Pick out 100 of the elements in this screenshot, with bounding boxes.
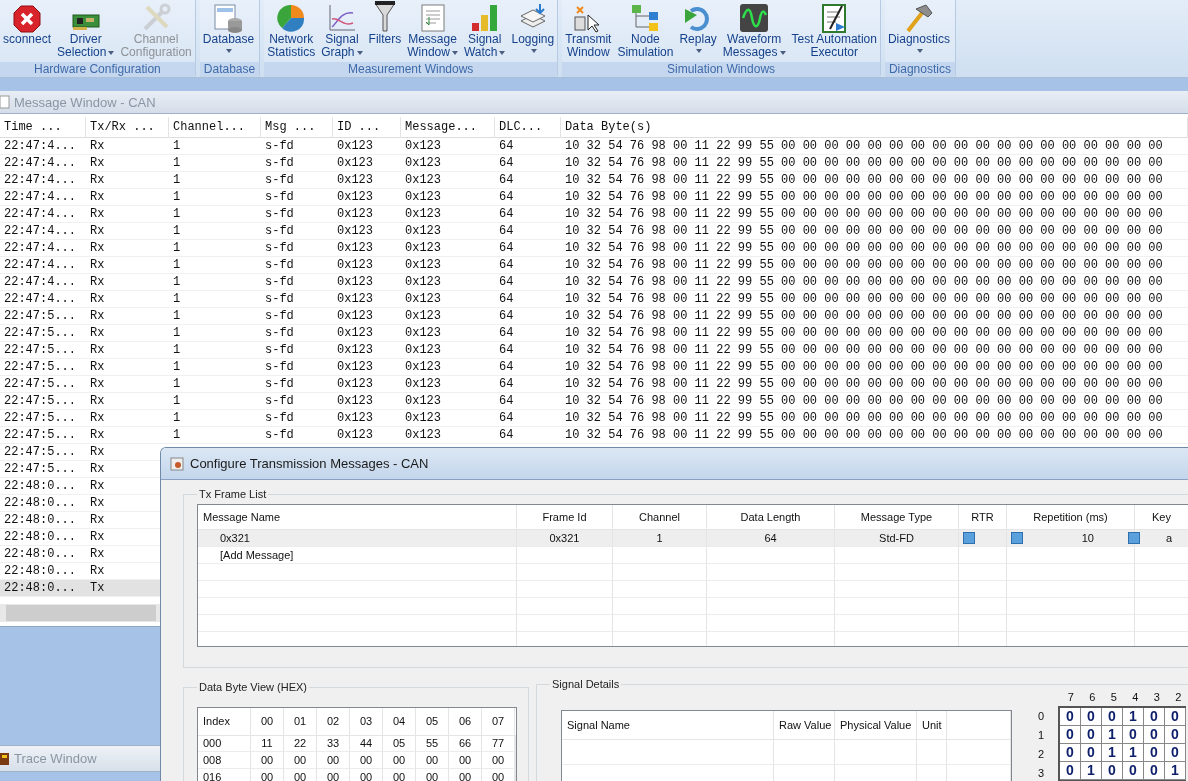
ribbon-button[interactable]: Transmit Window <box>562 0 615 62</box>
table-cell: 00 <box>317 752 350 769</box>
bit-column-label: 5 <box>1109 690 1118 705</box>
ribbon-button[interactable]: Logging <box>508 0 558 62</box>
message-row[interactable]: 22:47:5... Rx 1 s-fd 0x123 0x123 64 10 32 54 76 98 00 11 22 99 55 00 00 00 00 00 00 00 00 00 00 00 00 00 00 00 00 00 00 <box>0 376 1188 393</box>
table-cell: 00 <box>350 769 383 781</box>
ribbon-button[interactable]: Test Automation Executor <box>788 0 880 62</box>
bit-cell[interactable]: 1 <box>1165 762 1186 780</box>
message-row[interactable]: 22:47:5... Rx 1 s-fd 0x123 0x123 64 10 32 54 76 98 00 11 22 99 55 00 00 00 00 00 00 00 00 00 00 00 00 00 00 00 00 00 00 <box>0 359 1188 376</box>
table-cell-text: 64 <box>498 155 515 171</box>
ribbon-button[interactable]: Node Simulation <box>614 0 677 62</box>
checkbox[interactable] <box>963 531 975 544</box>
message-row[interactable]: 22:47:4... Rx 1 s-fd 0x123 0x123 64 10 32 54 76 98 00 11 22 99 55 00 00 00 00 00 00 00 00 00 00 00 00 00 00 00 00 00 00 <box>0 172 1188 189</box>
ribbon-button[interactable]: Filters <box>365 0 405 62</box>
ribbon-button[interactable]: Replay <box>676 0 720 62</box>
table-cell-text: Tx <box>89 580 106 596</box>
table-cell <box>959 581 1007 598</box>
bit-cell[interactable]: 1 <box>1123 708 1144 726</box>
message-row[interactable]: 22:47:4... Rx 1 s-fd 0x123 0x123 64 10 32 54 76 98 00 11 22 99 55 00 00 00 00 00 00 00 00 00 00 00 00 00 00 00 00 00 00 <box>0 206 1188 223</box>
table-cell <box>917 739 947 765</box>
message-row[interactable]: 22:47:5... Rx 1 s-fd 0x123 0x123 64 10 32 54 76 98 00 11 22 99 55 00 00 00 00 00 00 00 00 00 00 00 00 00 00 00 00 00 00 <box>0 342 1188 359</box>
bit-cell[interactable]: 0 <box>1165 744 1186 762</box>
message-row[interactable]: 22:47:5... Rx 1 s-fd 0x123 0x123 64 10 32 54 76 98 00 11 22 99 55 00 00 00 00 00 00 00 00 00 00 00 00 00 00 00 00 00 00 <box>0 410 1188 427</box>
bit-cell[interactable]: 1 <box>1102 744 1123 762</box>
table-cell-text: Rx <box>89 376 106 392</box>
column-header: 06 <box>449 708 482 736</box>
checkbox[interactable] <box>1128 531 1140 544</box>
document-icon <box>418 3 447 33</box>
bit-cell[interactable]: 0 <box>1144 726 1165 744</box>
table-cell-text: 1 <box>172 223 182 239</box>
table-cell <box>947 739 1011 765</box>
table-cell: 00 <box>449 752 482 769</box>
bit-cell[interactable]: 0 <box>1102 708 1123 726</box>
message-row[interactable]: 22:47:5... Rx 1 s-fd 0x123 0x123 64 10 32 54 76 98 00 11 22 99 55 00 00 00 00 00 00 00 00 00 00 00 00 00 00 00 00 00 00 <box>0 308 1188 325</box>
message-row[interactable]: 22:47:4... Rx 1 s-fd 0x123 0x123 64 10 32 54 76 98 00 11 22 99 55 00 00 00 00 00 00 00 00 00 00 00 00 00 00 00 00 00 00 <box>0 138 1188 155</box>
table-cell-text: 0x123 <box>404 274 442 290</box>
table-cell: 0x321 <box>198 529 517 547</box>
bit-cell[interactable]: 0 <box>1165 708 1186 726</box>
table-cell-text: 10 32 54 76 98 00 11 22 99 55 00 00 00 00 00 00 00 00 00 00 00 00 00 00 00 00 00 00 <box>564 257 1164 273</box>
message-row[interactable]: 22:47:4... Rx 1 s-fd 0x123 0x123 64 10 32 54 76 98 00 11 22 99 55 00 00 00 00 00 00 00 00 00 00 00 00 00 00 00 00 00 00 <box>0 291 1188 308</box>
message-row[interactable]: 22:47:5... Rx 1 s-fd 0x123 0x123 64 10 32 54 76 98 00 11 22 99 55 00 00 00 00 00 00 00 00 00 00 00 00 00 00 00 00 00 00 <box>0 393 1188 410</box>
bit-cell[interactable]: 0 <box>1081 744 1102 762</box>
ribbon-button[interactable]: Message Window <box>404 0 461 62</box>
ribbon-button[interactable]: Network Statistics <box>264 0 319 62</box>
bit-cell[interactable]: 1 <box>1123 744 1144 762</box>
ribbon-button[interactable]: Driver Selection <box>54 0 118 62</box>
table-cell-text: s-fd <box>264 376 295 392</box>
table-cell-text: 0x123 <box>404 223 442 239</box>
table-cell-text: 64 <box>498 342 515 358</box>
message-row[interactable]: 22:47:4... Rx 1 s-fd 0x123 0x123 64 10 32 54 76 98 00 11 22 99 55 00 00 00 00 00 00 00 00 00 00 00 00 00 00 00 00 00 00 <box>0 155 1188 172</box>
table-cell-text: 0x123 <box>404 359 442 375</box>
bit-cell[interactable]: 0 <box>1165 726 1186 744</box>
table-cell: 0x321 <box>517 529 613 547</box>
ribbon-button[interactable]: Waveform Messages <box>719 0 789 62</box>
table-cell-text: 10 32 54 76 98 00 11 22 99 55 00 00 00 00 00 00 00 00 00 00 00 00 00 00 00 00 00 00 <box>564 308 1164 324</box>
table-cell-text: 1 <box>172 155 182 171</box>
ribbon-button[interactable]: Signal Graph <box>318 0 366 62</box>
horizontal-scrollbar[interactable] <box>0 604 160 622</box>
message-row[interactable]: 22:47:4... Rx 1 s-fd 0x123 0x123 64 10 32 54 76 98 00 11 22 99 55 00 00 00 00 00 00 00 00 00 00 00 00 00 00 00 00 00 00 <box>0 189 1188 206</box>
byte-row-label: 3 <box>1036 766 1046 779</box>
bit-cell[interactable]: 0 <box>1060 708 1081 726</box>
ribbon-button[interactable]: Signal Watch <box>460 0 509 62</box>
bit-cell[interactable]: 0 <box>1060 762 1081 780</box>
table-cell-text: 0x123 <box>336 206 374 222</box>
bar-chart-icon <box>469 3 500 33</box>
bit-cell[interactable]: 0 <box>1102 762 1123 780</box>
bit-cell[interactable]: 0 <box>1123 762 1144 780</box>
table-cell-text: 22:47:5... <box>3 393 77 409</box>
bit-cell[interactable]: 0 <box>1144 744 1165 762</box>
bit-column-label: 2 <box>1174 690 1183 705</box>
ribbon-button[interactable]: sconnect <box>0 0 55 62</box>
table-cell-text: 1 <box>172 359 182 375</box>
group-label: Measurement Windows <box>264 62 558 77</box>
column-header: 01 <box>284 708 317 736</box>
message-row[interactable]: 22:47:5... Rx 1 s-fd 0x123 0x123 64 10 32 54 76 98 00 11 22 99 55 00 00 00 00 00 00 00 00 00 00 00 00 00 00 00 00 00 00 <box>0 427 1188 444</box>
ribbon-button[interactable]: Diagnostics <box>884 0 953 62</box>
message-row[interactable]: 22:47:4... Rx 1 s-fd 0x123 0x123 64 10 32 54 76 98 00 11 22 99 55 00 00 00 00 00 00 00 00 00 00 00 00 00 00 00 00 00 00 <box>0 257 1188 274</box>
bit-cell[interactable]: 0 <box>1144 762 1165 780</box>
table-cell-text: 10 32 54 76 98 00 11 22 99 55 00 00 00 00 00 00 00 00 00 00 00 00 00 00 00 00 00 00 <box>564 342 1164 358</box>
bit-cell[interactable]: 0 <box>1123 726 1144 744</box>
ribbon-button[interactable]: Database <box>199 0 258 62</box>
table-cell-text: 0x123 <box>404 155 442 171</box>
message-row[interactable]: 22:47:4... Rx 1 s-fd 0x123 0x123 64 10 32 54 76 98 00 11 22 99 55 00 00 00 00 00 00 00 00 00 00 00 00 00 00 00 00 00 00 <box>0 240 1188 257</box>
message-row[interactable]: 22:47:5... Rx 1 s-fd 0x123 0x123 64 10 32 54 76 98 00 11 22 99 55 00 00 00 00 00 00 00 00 00 00 00 00 00 00 00 00 00 00 <box>0 325 1188 342</box>
message-row[interactable]: 22:47:4... Rx 1 s-fd 0x123 0x123 64 10 32 54 76 98 00 11 22 99 55 00 00 00 00 00 00 00 00 00 00 00 00 00 00 00 00 00 00 <box>0 223 1188 240</box>
bit-cell[interactable]: 1 <box>1081 762 1102 780</box>
bit-cell[interactable]: 0 <box>1081 708 1102 726</box>
add-message-item[interactable]: [Add Message] <box>198 547 517 564</box>
window-icon <box>0 95 10 109</box>
table-cell-text: 64 <box>498 189 515 205</box>
bit-cell[interactable]: 0 <box>1060 726 1081 744</box>
column-header: 00 <box>251 708 284 736</box>
bit-cell[interactable]: 0 <box>1081 726 1102 744</box>
message-row[interactable]: 22:47:4... Rx 1 s-fd 0x123 0x123 64 10 32 54 76 98 00 11 22 99 55 00 00 00 00 00 00 00 00 00 00 00 00 00 00 00 00 00 00 <box>0 274 1188 291</box>
bit-cell[interactable]: 1 <box>1102 726 1123 744</box>
table-cell-text: Rx <box>89 223 106 239</box>
bit-cell[interactable]: 0 <box>1060 744 1081 762</box>
bit-cell[interactable]: 0 <box>1144 708 1165 726</box>
checkbox[interactable] <box>1011 531 1023 544</box>
table-cell-text: 10 32 54 76 98 00 11 22 99 55 00 00 00 00 00 00 00 00 00 00 00 00 00 00 00 00 00 00 <box>564 393 1164 409</box>
